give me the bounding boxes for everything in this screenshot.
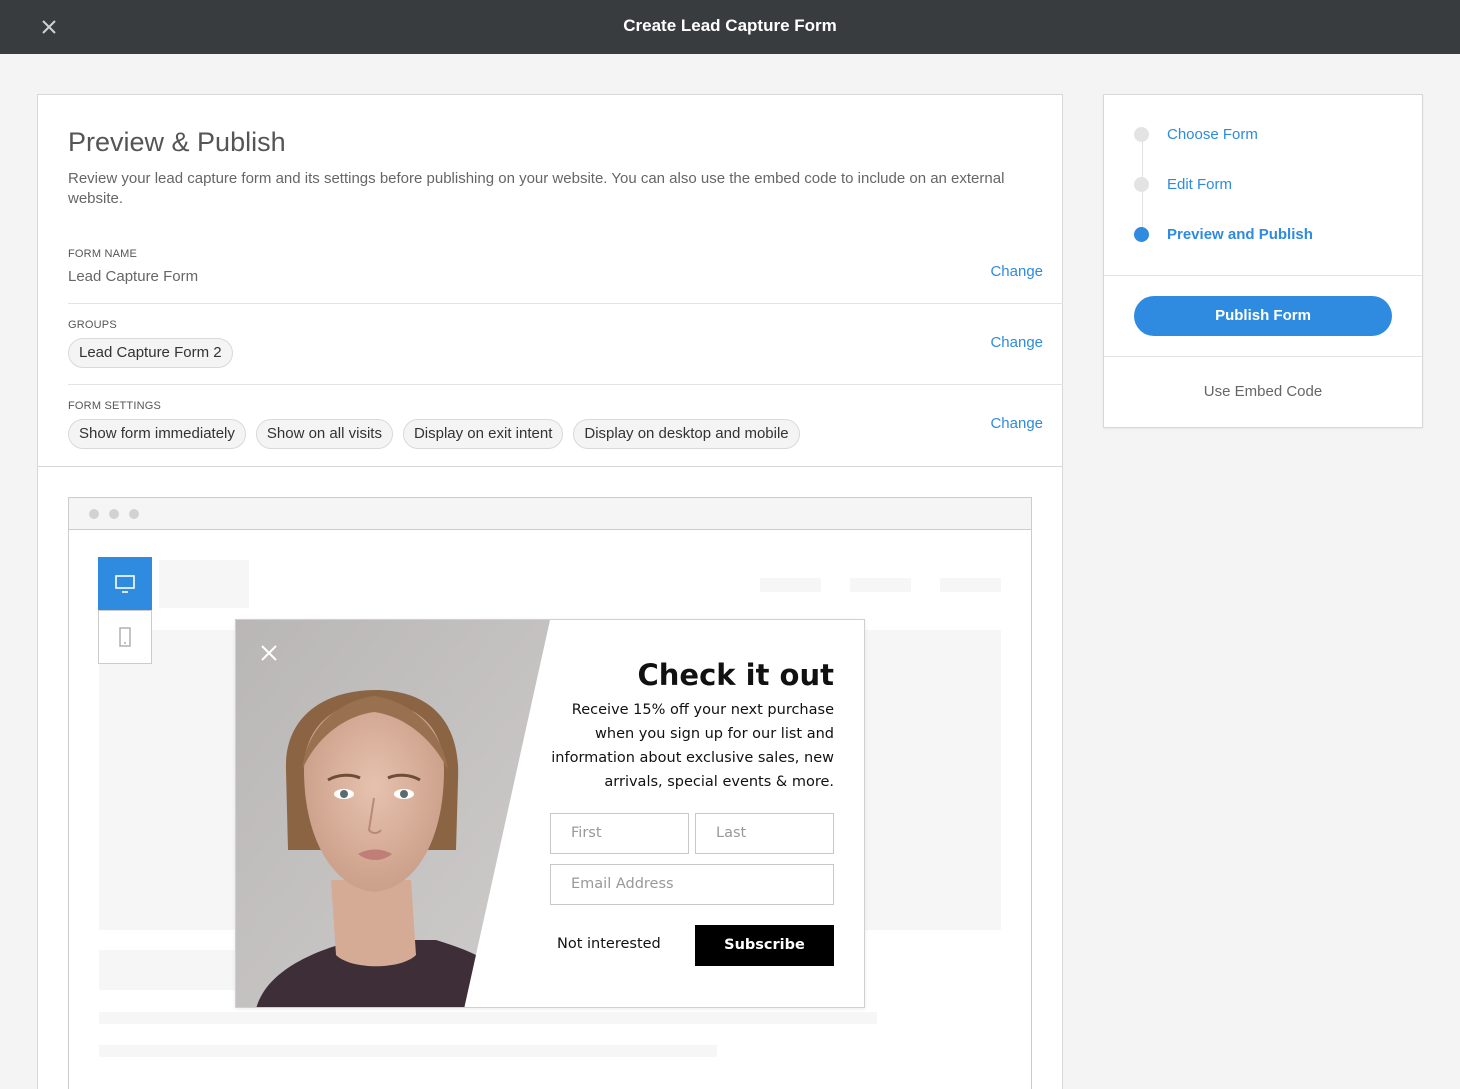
publish-form-button[interactable]: Publish Form	[1134, 296, 1392, 336]
change-groups-link[interactable]: Change	[990, 334, 1043, 351]
groups-label: GROUPS	[68, 319, 117, 331]
subscribe-button[interactable]: Subscribe	[695, 925, 834, 966]
mobile-icon	[119, 627, 131, 647]
setting-pill: Display on exit intent	[402, 419, 564, 449]
section-description: Review your lead capture form and its se…	[68, 170, 1005, 207]
mobile-view-button[interactable]	[98, 610, 152, 664]
section-heading: Preview & Publish	[68, 127, 286, 157]
divider	[38, 466, 1062, 467]
step-edit-form[interactable]: Edit Form	[1134, 174, 1232, 194]
popup-title: Check it out	[637, 658, 834, 692]
popup-description: Receive 15% off your next purchase when …	[551, 702, 834, 790]
step-label: Edit Form	[1167, 175, 1233, 193]
window-dot	[109, 509, 119, 519]
email-input[interactable]: Email Address	[550, 864, 834, 905]
form-name-label: FORM NAME	[68, 248, 138, 260]
groups-row: GROUPS Lead Capture Form 2 Change	[68, 319, 1063, 385]
form-settings-label: FORM SETTINGS	[68, 400, 162, 412]
placeholder-line	[99, 1012, 877, 1024]
change-form-settings-link[interactable]: Change	[990, 415, 1043, 432]
placeholder-logo	[159, 560, 249, 608]
step-dot	[1134, 176, 1149, 192]
popup-close-icon[interactable]	[258, 642, 280, 664]
desktop-view-button[interactable]	[98, 557, 152, 611]
step-choose-form[interactable]: Choose Form	[1134, 124, 1258, 144]
step-list: Choose Form Edit Form Preview and Publis…	[1104, 95, 1422, 276]
last-name-input[interactable]: Last	[695, 813, 834, 854]
step-dot-active	[1134, 226, 1149, 242]
not-interested-link[interactable]: Not interested	[557, 936, 661, 952]
window-dot	[89, 509, 99, 519]
step-label: Preview and Publish	[1167, 225, 1313, 243]
setting-pill: Show on all visits	[255, 419, 393, 449]
use-embed-code-link[interactable]: Use Embed Code	[1104, 383, 1422, 400]
lead-capture-popup: Check it out Receive 15% off your next p…	[235, 619, 865, 1008]
step-preview-publish[interactable]: Preview and Publish	[1134, 224, 1313, 244]
window-dot	[129, 509, 139, 519]
placeholder-nav	[760, 578, 821, 592]
setting-pill: Show form immediately	[68, 419, 246, 449]
divider	[1104, 356, 1422, 357]
first-name-input[interactable]: First	[550, 813, 689, 854]
page-title: Create Lead Capture Form	[623, 16, 837, 35]
publish-sidebar: Choose Form Edit Form Preview and Publis…	[1103, 94, 1423, 428]
placeholder-line	[99, 1045, 717, 1057]
form-name-row: FORM NAME Lead Capture Form Change	[68, 248, 1063, 304]
step-label: Choose Form	[1167, 125, 1258, 143]
placeholder-nav	[850, 578, 911, 592]
groups-pills: Lead Capture Form 2	[68, 338, 1063, 368]
top-bar: Create Lead Capture Form	[0, 0, 1460, 54]
group-pill: Lead Capture Form 2	[68, 338, 233, 368]
placeholder-nav	[940, 578, 1001, 592]
form-settings-pills: Show form immediately Show on all visits…	[68, 419, 1063, 449]
form-name-value: Lead Capture Form	[68, 268, 199, 285]
form-settings-row: FORM SETTINGS Show form immediately Show…	[68, 400, 1063, 466]
step-dot	[1134, 126, 1149, 142]
desktop-icon	[115, 575, 135, 593]
browser-bar	[69, 498, 1031, 530]
change-form-name-link[interactable]: Change	[990, 263, 1043, 280]
setting-pill: Display on desktop and mobile	[573, 419, 800, 449]
